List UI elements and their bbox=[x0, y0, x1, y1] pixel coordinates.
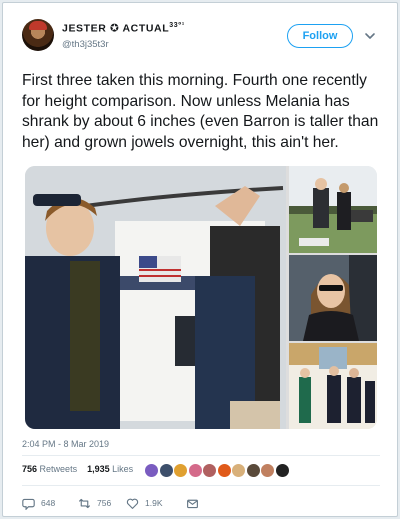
follow-button[interactable]: Follow bbox=[287, 24, 353, 48]
liker-avatar[interactable] bbox=[173, 463, 188, 478]
display-name[interactable]: JESTER ✪ ACTUAL33⁰¹ bbox=[62, 21, 185, 35]
retweets-stat[interactable]: 756 Retweets bbox=[22, 464, 77, 474]
photo-3[interactable] bbox=[289, 255, 377, 341]
avatar[interactable] bbox=[22, 19, 54, 51]
photo-2-illustration bbox=[289, 166, 377, 253]
reply-count: 648 bbox=[41, 498, 56, 508]
liker-avatar[interactable] bbox=[245, 463, 261, 478]
like-button[interactable]: 1.9K bbox=[126, 495, 163, 511]
liker-avatar[interactable] bbox=[216, 463, 232, 478]
likes-stat[interactable]: 1,935 Likes bbox=[87, 464, 133, 474]
liker-avatar[interactable] bbox=[274, 463, 290, 478]
heart-icon bbox=[126, 498, 139, 509]
liker-avatar[interactable] bbox=[187, 463, 203, 478]
chevron-down-icon[interactable] bbox=[364, 30, 376, 42]
retweet-button[interactable]: 756 bbox=[78, 495, 111, 511]
liker-avatar[interactable] bbox=[260, 463, 275, 478]
liker-avatar[interactable] bbox=[144, 463, 159, 478]
tweet-text: First three taken this morning. Fourth o… bbox=[22, 72, 379, 151]
photo-3-illustration bbox=[289, 255, 377, 341]
envelope-icon bbox=[187, 499, 198, 508]
like-count: 1.9K bbox=[145, 498, 163, 508]
display-name-superscript: 33⁰¹ bbox=[169, 22, 185, 29]
tweet-timestamp[interactable]: 2:04 PM - 8 Mar 2019 bbox=[22, 439, 109, 449]
reply-icon bbox=[22, 498, 35, 510]
photo-2[interactable] bbox=[289, 166, 377, 253]
divider bbox=[22, 485, 380, 486]
photo-4-illustration bbox=[289, 343, 377, 429]
retweet-count: 756 bbox=[97, 498, 112, 508]
reply-button[interactable]: 648 bbox=[22, 495, 55, 511]
tweet-header: JESTER ✪ ACTUAL33⁰¹ @th3j35t3r Follow bbox=[22, 19, 382, 59]
engagement-stats: 756 Retweets 1,935 Likes bbox=[22, 464, 133, 474]
direct-message-button[interactable] bbox=[186, 495, 199, 511]
author-names[interactable]: JESTER ✪ ACTUAL33⁰¹ @th3j35t3r bbox=[62, 21, 185, 50]
user-handle[interactable]: @th3j35t3r bbox=[62, 39, 185, 50]
tweet-actions: 648 756 1.9K bbox=[22, 495, 322, 511]
photo-4[interactable] bbox=[289, 343, 377, 429]
divider bbox=[22, 455, 380, 456]
liker-avatar[interactable] bbox=[231, 463, 246, 478]
photo-main-illustration bbox=[25, 166, 286, 429]
liker-avatar[interactable] bbox=[202, 463, 217, 478]
retweet-icon bbox=[79, 498, 90, 508]
tweet-card: JESTER ✪ ACTUAL33⁰¹ @th3j35t3r Follow Fi… bbox=[2, 2, 398, 517]
photo-main[interactable] bbox=[25, 166, 286, 429]
media-grid bbox=[25, 166, 377, 429]
liker-avatar[interactable] bbox=[158, 463, 174, 478]
